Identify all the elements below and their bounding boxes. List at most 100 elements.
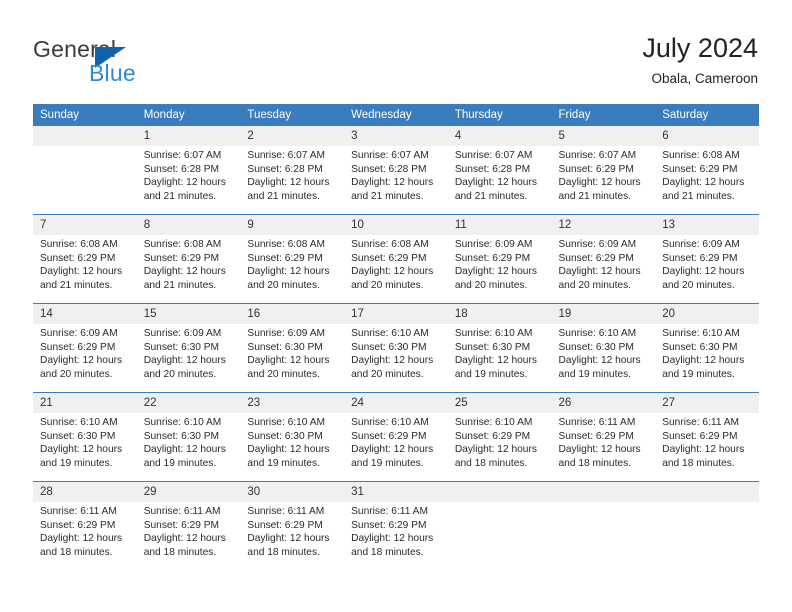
sunrise-time-line: Sunrise: 6:08 AM: [662, 150, 740, 161]
calendar-day-cell[interactable]: 4 Sunrise: 6:07 AM Sunset: 6:28 PM Daylight…: [447, 126, 552, 215]
day-detail-block: Sunrise: 6:10 AM Sunset: 6:30 PM Daylight:…: [137, 413, 241, 470]
sunrise-time-line: Sunrise: 6:09 AM: [558, 239, 637, 250]
calendar-day-cell[interactable]: 23 Sunrise: 6:10 AM Sunset: 6:30 PM Dayligh…: [240, 392, 345, 482]
day-detail-block: Sunrise: 6:11 AM Sunset: 6:29 PM Daylight:…: [552, 413, 656, 470]
calendar-day-cell[interactable]: 5 Sunrise: 6:07 AM Sunset: 6:29 PM Daylight…: [551, 126, 656, 215]
sunrise-time-line: Sunrise: 6:10 AM: [662, 328, 740, 339]
calendar-day-cell[interactable]: 2 Sunrise: 6:07 AM Sunset: 6:28 PM Daylight…: [240, 126, 345, 215]
weekday-header-monday: Monday: [136, 104, 241, 126]
day-detail-block: Sunrise: 6:07 AM Sunset: 6:28 PM Daylight:…: [448, 146, 552, 203]
calendar-day-cell[interactable]: 10 Sunrise: 6:08 AM Sunset: 6:29 PM Dayligh…: [344, 214, 448, 304]
calendar-day-number: 17: [344, 304, 448, 324]
calendar-day-cell[interactable]: 6 Sunrise: 6:08 AM Sunset: 6:29 PM Daylight…: [655, 126, 759, 215]
day-detail-block: Sunrise: 6:09 AM Sunset: 6:29 PM Daylight:…: [33, 324, 137, 381]
daylight-duration-line-1: Daylight: 12 hours: [662, 355, 745, 367]
calendar-day-number: 4: [447, 126, 552, 146]
daylight-duration-line-2: and 18 minutes.: [247, 546, 320, 558]
calendar-day-number: [33, 126, 137, 146]
day-detail-block: Sunrise: 6:07 AM Sunset: 6:28 PM Daylight:…: [240, 146, 344, 203]
sunrise-time-line: Sunrise: 6:07 AM: [247, 150, 325, 161]
calendar-day-cell[interactable]: 8 Sunrise: 6:08 AM Sunset: 6:29 PM Daylight…: [136, 214, 241, 304]
calendar-day-cell-empty: [655, 481, 759, 570]
calendar-week-row: 7 Sunrise: 6:08 AM Sunset: 6:29 PM Daylight…: [33, 214, 759, 304]
calendar-day-cell[interactable]: 19 Sunrise: 6:10 AM Sunset: 6:30 PM Dayligh…: [551, 303, 656, 393]
calendar-day-cell[interactable]: 11 Sunrise: 6:09 AM Sunset: 6:29 PM Dayligh…: [447, 214, 552, 304]
calendar-day-number: [447, 482, 552, 502]
daylight-duration-line-1: Daylight: 12 hours: [143, 533, 226, 545]
sunset-time-line: Sunset: 6:30 PM: [454, 341, 531, 353]
sunrise-time-line: Sunrise: 6:10 AM: [247, 417, 325, 428]
daylight-duration-line-1: Daylight: 12 hours: [143, 355, 226, 367]
sunset-time-line: Sunset: 6:29 PM: [351, 252, 427, 264]
daylight-duration-line-1: Daylight: 12 hours: [351, 355, 434, 367]
sunset-time-line: Sunset: 6:29 PM: [558, 163, 634, 175]
calendar-day-cell[interactable]: 24 Sunrise: 6:10 AM Sunset: 6:29 PM Dayligh…: [344, 392, 448, 482]
day-detail-block: Sunrise: 6:08 AM Sunset: 6:29 PM Daylight:…: [137, 235, 241, 292]
day-detail-block: Sunrise: 6:07 AM Sunset: 6:28 PM Daylight:…: [137, 146, 241, 203]
calendar-day-cell[interactable]: 1 Sunrise: 6:07 AM Sunset: 6:28 PM Daylight…: [136, 126, 241, 215]
sunrise-time-line: Sunrise: 6:07 AM: [143, 150, 222, 161]
sunrise-time-line: Sunrise: 6:10 AM: [454, 417, 533, 428]
sunset-time-line: Sunset: 6:29 PM: [558, 252, 634, 264]
daylight-duration-line-1: Daylight: 12 hours: [558, 177, 641, 189]
sunrise-time-line: Sunrise: 6:10 AM: [454, 328, 533, 339]
page-header: General Blue July 2024 Obala, Cameroon: [0, 0, 792, 104]
daylight-duration-line-2: and 19 minutes.: [454, 368, 528, 380]
daylight-duration-line-2: and 21 minutes.: [143, 279, 217, 291]
sunrise-time-line: Sunrise: 6:09 AM: [40, 328, 118, 339]
calendar-day-cell[interactable]: 3 Sunrise: 6:07 AM Sunset: 6:28 PM Daylight…: [344, 126, 448, 215]
sunset-time-line: Sunset: 6:30 PM: [143, 430, 220, 442]
calendar-day-cell[interactable]: 25 Sunrise: 6:10 AM Sunset: 6:29 PM Dayligh…: [447, 392, 552, 482]
calendar-day-number: 25: [447, 393, 552, 413]
calendar-day-number: 13: [655, 215, 759, 235]
calendar-day-cell[interactable]: 17 Sunrise: 6:10 AM Sunset: 6:30 PM Dayligh…: [344, 303, 448, 393]
daylight-duration-line-2: and 21 minutes.: [351, 190, 424, 202]
calendar-day-cell[interactable]: 26 Sunrise: 6:11 AM Sunset: 6:29 PM Dayligh…: [551, 392, 656, 482]
daylight-duration-line-2: and 19 minutes.: [662, 368, 735, 380]
calendar-day-number: 16: [240, 304, 345, 324]
sunrise-time-line: Sunrise: 6:09 AM: [143, 328, 222, 339]
day-detail-block: Sunrise: 6:08 AM Sunset: 6:29 PM Daylight:…: [33, 235, 137, 292]
daylight-duration-line-2: and 18 minutes.: [143, 546, 217, 558]
day-detail-block: Sunrise: 6:07 AM Sunset: 6:28 PM Daylight:…: [344, 146, 448, 203]
calendar-day-cell-empty: [551, 481, 656, 570]
calendar-day-cell[interactable]: 13 Sunrise: 6:09 AM Sunset: 6:29 PM Dayligh…: [655, 214, 759, 304]
calendar-day-cell[interactable]: 31 Sunrise: 6:11 AM Sunset: 6:29 PM Dayligh…: [344, 481, 448, 570]
calendar-day-number: 21: [33, 393, 137, 413]
calendar-day-number: 10: [344, 215, 448, 235]
calendar-day-cell[interactable]: 22 Sunrise: 6:10 AM Sunset: 6:30 PM Dayligh…: [136, 392, 241, 482]
daylight-duration-line-1: Daylight: 12 hours: [247, 533, 330, 545]
sunrise-time-line: Sunrise: 6:11 AM: [558, 417, 636, 428]
sunrise-time-line: Sunrise: 6:09 AM: [247, 328, 325, 339]
daylight-duration-line-2: and 18 minutes.: [558, 457, 632, 469]
daylight-duration-line-1: Daylight: 12 hours: [40, 355, 123, 367]
weekday-header-wednesday: Wednesday: [344, 104, 448, 126]
calendar-week-row: 1 Sunrise: 6:07 AM Sunset: 6:28 PM Daylight…: [33, 126, 759, 215]
calendar-day-cell[interactable]: 12 Sunrise: 6:09 AM Sunset: 6:29 PM Dayligh…: [551, 214, 656, 304]
sunset-time-line: Sunset: 6:30 PM: [143, 341, 220, 353]
sunset-time-line: Sunset: 6:30 PM: [558, 341, 634, 353]
calendar-day-cell[interactable]: 9 Sunrise: 6:08 AM Sunset: 6:29 PM Daylight…: [240, 214, 345, 304]
calendar-day-cell[interactable]: 15 Sunrise: 6:09 AM Sunset: 6:30 PM Dayligh…: [136, 303, 241, 393]
calendar-day-cell[interactable]: 27 Sunrise: 6:11 AM Sunset: 6:29 PM Dayligh…: [655, 392, 759, 482]
sunrise-time-line: Sunrise: 6:07 AM: [454, 150, 533, 161]
sunrise-time-line: Sunrise: 6:11 AM: [143, 506, 221, 517]
calendar-week-row: 21 Sunrise: 6:10 AM Sunset: 6:30 PM Dayligh…: [33, 392, 759, 482]
sunset-time-line: Sunset: 6:29 PM: [40, 519, 116, 531]
sunrise-time-line: Sunrise: 6:11 AM: [351, 506, 428, 517]
calendar-day-cell[interactable]: 16 Sunrise: 6:09 AM Sunset: 6:30 PM Dayligh…: [240, 303, 345, 393]
daylight-duration-line-1: Daylight: 12 hours: [351, 444, 434, 456]
calendar-day-number: 18: [447, 304, 552, 324]
daylight-duration-line-2: and 21 minutes.: [454, 190, 528, 202]
calendar-day-cell[interactable]: 30 Sunrise: 6:11 AM Sunset: 6:29 PM Dayligh…: [240, 481, 345, 570]
calendar-day-cell[interactable]: 18 Sunrise: 6:10 AM Sunset: 6:30 PM Dayligh…: [447, 303, 552, 393]
calendar-day-cell[interactable]: 29 Sunrise: 6:11 AM Sunset: 6:29 PM Dayligh…: [136, 481, 241, 570]
calendar-day-cell[interactable]: 7 Sunrise: 6:08 AM Sunset: 6:29 PM Daylight…: [33, 214, 137, 304]
daylight-duration-line-1: Daylight: 12 hours: [351, 266, 434, 278]
calendar-day-cell[interactable]: 20 Sunrise: 6:10 AM Sunset: 6:30 PM Dayligh…: [655, 303, 759, 393]
calendar-day-cell[interactable]: 21 Sunrise: 6:10 AM Sunset: 6:30 PM Dayligh…: [33, 392, 137, 482]
calendar-day-cell[interactable]: 28 Sunrise: 6:11 AM Sunset: 6:29 PM Dayligh…: [33, 481, 137, 570]
daylight-duration-line-2: and 21 minutes.: [143, 190, 217, 202]
calendar-day-cell[interactable]: 14 Sunrise: 6:09 AM Sunset: 6:29 PM Dayligh…: [33, 303, 137, 393]
calendar-day-number: 23: [240, 393, 345, 413]
